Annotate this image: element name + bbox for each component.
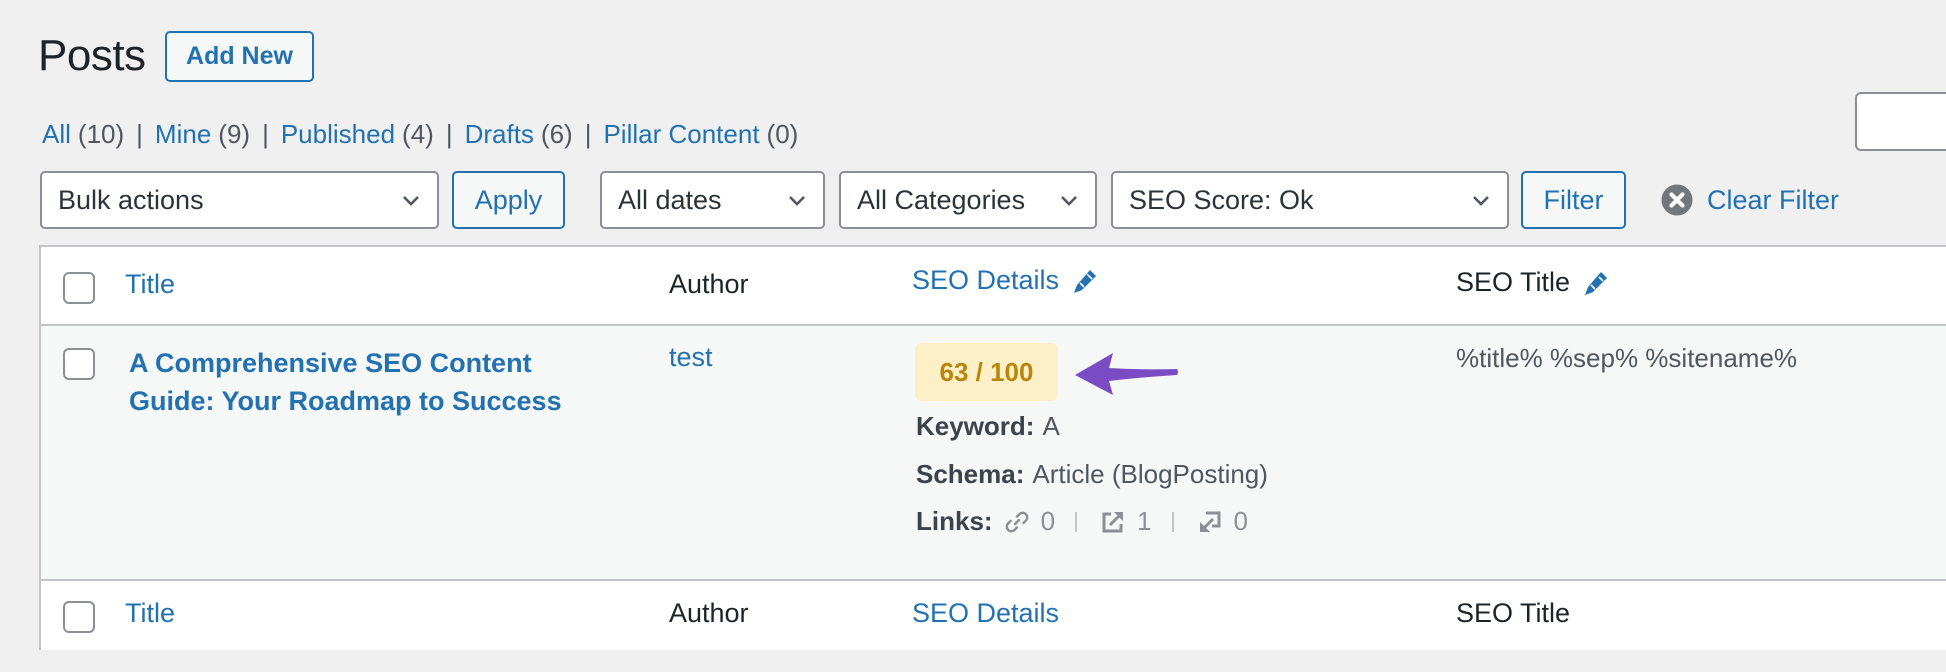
chevron-down-icon xyxy=(789,196,805,206)
view-published-link[interactable]: Published xyxy=(281,119,395,149)
view-mine-count: (9) xyxy=(218,119,251,149)
column-title-sort[interactable]: Title xyxy=(125,269,175,300)
view-all-count: (10) xyxy=(77,119,125,149)
dates-filter-value: All dates xyxy=(618,184,722,215)
view-pillar-content-count: (0) xyxy=(766,119,799,149)
links-separator xyxy=(1075,511,1078,532)
footer-column-title-sort[interactable]: Title xyxy=(125,598,175,629)
pencil-edit-icon[interactable] xyxy=(1071,267,1099,295)
clear-filter-label: Clear Filter xyxy=(1707,184,1840,215)
view-drafts[interactable]: Drafts (6) xyxy=(465,118,573,150)
incoming-links-count: 0 xyxy=(1233,506,1248,536)
view-mine[interactable]: Mine (9) xyxy=(155,118,250,150)
footer-column-seo-title: SEO Title xyxy=(1456,598,1571,628)
table-header-row: Title Author SEO Details SEO Title xyxy=(41,247,1946,326)
chevron-down-icon xyxy=(1473,196,1489,206)
bulk-actions-value: Bulk actions xyxy=(58,184,204,215)
view-pillar-content[interactable]: Pillar Content (0) xyxy=(603,118,798,150)
column-author: Author xyxy=(669,269,749,299)
seo-score-filter-select[interactable]: SEO Score: Ok xyxy=(1111,171,1509,229)
column-seo-title-label: SEO Title xyxy=(1456,267,1571,297)
view-separator: | xyxy=(262,119,269,149)
view-separator: | xyxy=(584,119,592,149)
view-separator: | xyxy=(136,119,143,149)
external-links-count: 1 xyxy=(1137,506,1152,536)
seo-score-filter-value: SEO Score: Ok xyxy=(1129,184,1314,215)
row-checkbox[interactable] xyxy=(63,348,95,380)
view-all-link[interactable]: All xyxy=(42,119,71,149)
select-all-checkbox[interactable] xyxy=(63,272,95,304)
view-all[interactable]: All (10) xyxy=(42,118,124,150)
seo-score-badge: 63 / 100 xyxy=(915,343,1058,401)
links-label: Links: xyxy=(916,506,993,536)
incoming-link-icon xyxy=(1199,511,1221,532)
keyword-label: Keyword: xyxy=(916,411,1035,441)
dates-filter-select[interactable]: All dates xyxy=(600,171,825,229)
view-pillar-content-link[interactable]: Pillar Content xyxy=(603,119,759,149)
page-title: Posts xyxy=(38,31,146,80)
links-separator xyxy=(1171,511,1174,532)
categories-filter-select[interactable]: All Categories xyxy=(839,171,1097,229)
view-drafts-link[interactable]: Drafts xyxy=(465,119,534,149)
posts-table: Title Author SEO Details SEO Title A Com… xyxy=(39,245,1946,650)
column-seo-details-label: SEO Details xyxy=(912,265,1060,295)
view-published[interactable]: Published (4) xyxy=(281,118,434,150)
seo-keyword: Keyword: A xyxy=(916,411,1060,442)
footer-column-author: Author xyxy=(669,598,749,628)
seo-schema: Schema: Article (BlogPosting) xyxy=(916,459,1268,490)
chevron-down-icon xyxy=(403,196,419,206)
internal-links-count: 0 xyxy=(1040,506,1056,536)
categories-filter-value: All Categories xyxy=(857,184,1026,215)
add-new-button[interactable]: Add New xyxy=(165,31,314,82)
column-seo-details[interactable]: SEO Details xyxy=(912,265,1099,296)
view-separator: | xyxy=(445,119,453,149)
footer-column-seo-details[interactable]: SEO Details xyxy=(912,598,1059,629)
table-footer-row: Title Author SEO Details SEO Title xyxy=(41,579,1946,650)
filter-button[interactable]: Filter xyxy=(1521,171,1626,229)
clear-circle-icon xyxy=(1661,184,1693,216)
view-drafts-count: (6) xyxy=(540,119,573,149)
chevron-down-icon xyxy=(1061,196,1077,206)
schema-label: Schema: xyxy=(916,459,1025,489)
select-all-checkbox-footer[interactable] xyxy=(63,601,95,633)
seo-title-value: %title% %sep% %sitename% xyxy=(1456,343,1798,373)
schema-value: Article (BlogPosting) xyxy=(1032,459,1268,489)
post-status-views: All (10) | Mine (9) | Published (4) | Draft… xyxy=(42,118,798,150)
annotation-arrow-icon xyxy=(1075,353,1178,395)
pencil-edit-icon[interactable] xyxy=(1582,269,1610,297)
clear-filter-link[interactable]: Clear Filter xyxy=(1661,180,1839,220)
view-published-count: (4) xyxy=(402,119,434,149)
keyword-value: A xyxy=(1042,411,1060,441)
apply-button[interactable]: Apply xyxy=(452,171,565,229)
link-icon xyxy=(1005,511,1028,532)
table-row: A Comprehensive SEO Content Guide: Your … xyxy=(41,326,1946,579)
view-mine-link[interactable]: Mine xyxy=(155,119,211,149)
post-author-link[interactable]: test xyxy=(669,342,713,373)
search-posts-input[interactable] xyxy=(1855,92,1946,151)
column-seo-title: SEO Title xyxy=(1456,267,1610,298)
seo-links: Links: 0 1 0 xyxy=(916,506,1248,537)
bulk-actions-select[interactable]: Bulk actions xyxy=(40,171,439,229)
external-link-icon xyxy=(1102,511,1124,532)
post-title-link[interactable]: A Comprehensive SEO Content Guide: Your … xyxy=(129,344,599,420)
